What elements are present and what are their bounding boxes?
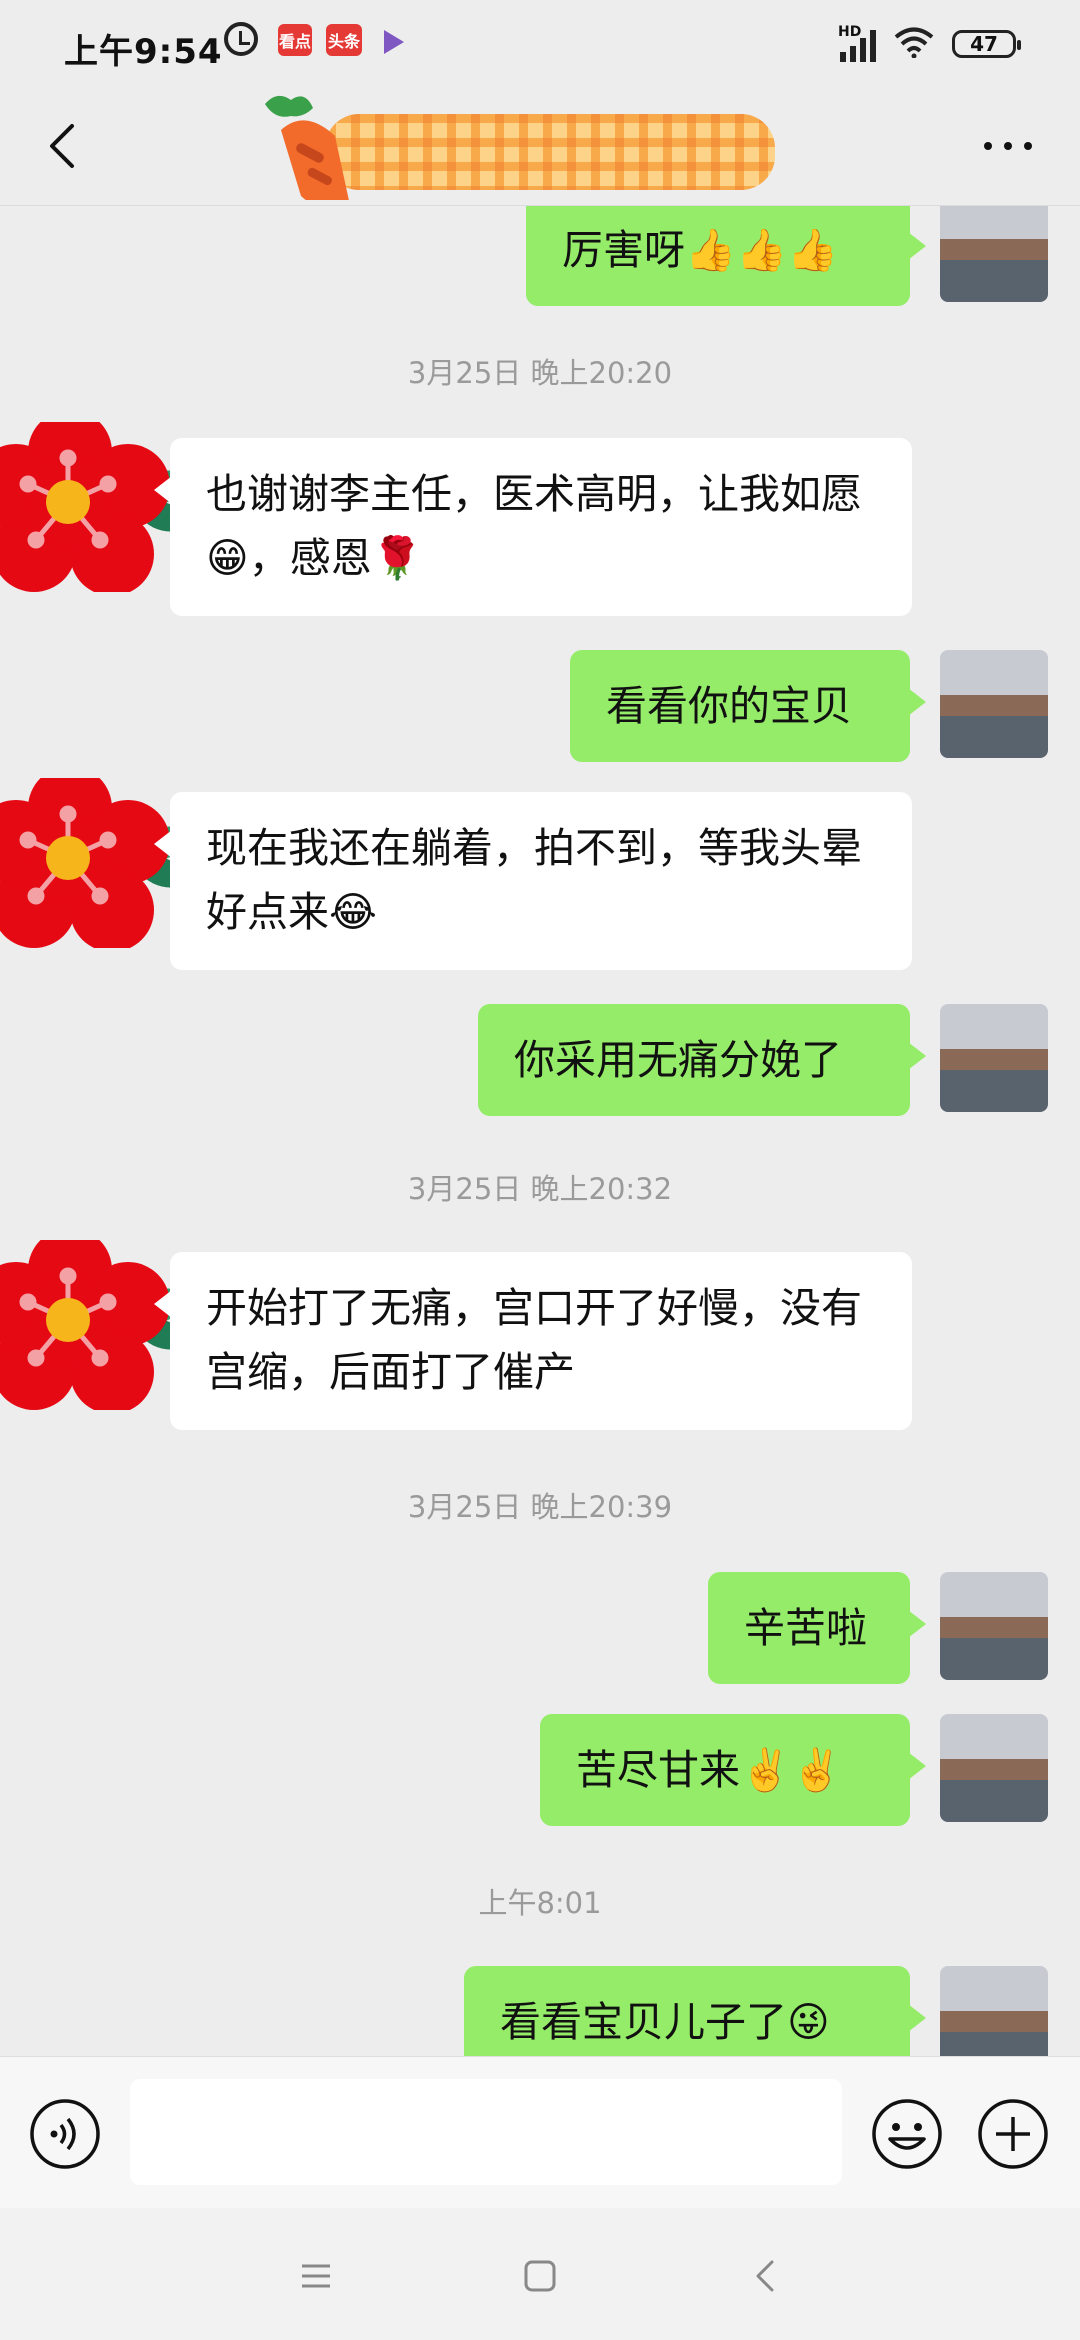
more-dots-icon[interactable] [978,126,1038,166]
message-timestamp: 3月25日 晚上20:20 [407,356,673,390]
message-bubble-mine[interactable]: 苦尽甘来✌️✌️ [540,1714,926,1826]
message-bubble-mine[interactable]: 看看宝贝儿子了😜 [464,1966,926,2056]
message-bubble-mine[interactable]: 你采用无痛分娩了 [478,1004,926,1116]
nav-back-icon[interactable] [736,2246,796,2306]
home-icon[interactable] [510,2246,570,2306]
chat-header [0,90,1080,206]
message-text: 你采用无痛分娩了 [514,1036,842,1084]
emoji-icon[interactable] [870,2097,944,2171]
system-nav-bar [0,2208,1080,2340]
message-input[interactable] [130,2079,842,2185]
message-text: 看看宝贝儿子了😜 [500,1998,830,2046]
message-bubble-mine[interactable]: 辛苦啦 [708,1572,926,1684]
kandian-app-icon: 看点 [278,24,312,56]
voice-icon[interactable] [28,2097,102,2171]
status-bar: 上午9:54 看点 头条 HD 47 [0,0,1080,90]
carrot-sticker-icon [265,95,775,200]
message-timestamp: 3月25日 晚上20:39 [407,1490,673,1524]
input-bar [0,2056,1080,2209]
message-text: 现在我还在躺着，拍不到，等我头晕好点来😂 [206,824,862,936]
message-list[interactable]: 厉害呀👍👍👍 3月25日 晚上20:20 也谢谢李主任，医术高明，让我如愿😁，感… [0,206,1080,2056]
contact-avatar[interactable] [0,410,190,596]
my-avatar[interactable] [940,206,1048,302]
wifi-icon [894,27,934,58]
message-text: 苦尽甘来✌️✌️ [576,1746,843,1794]
message-text: 开始打了无痛，宫口开了好慢，没有宫缩，后面打了催产 [206,1284,862,1396]
message-bubble-theirs[interactable]: 现在我还在躺着，拍不到，等我头晕好点来😂 [154,792,912,970]
battery-indicator: 47 [952,30,1021,58]
message-bubble-mine[interactable]: 看看你的宝贝 [570,650,926,762]
signal-icon [840,30,876,62]
message-bubble-theirs[interactable]: 开始打了无痛，宫口开了好慢，没有宫缩，后面打了催产 [154,1252,912,1430]
status-time: 上午9:54 [64,32,223,72]
message-bubble-mine[interactable]: 厉害呀👍👍👍 [526,206,926,306]
plus-icon[interactable] [976,2097,1050,2171]
alarm-icon [224,22,258,56]
my-avatar[interactable] [940,1572,1048,1680]
message-text: 厉害呀👍👍👍 [562,226,839,274]
contact-avatar[interactable] [0,766,190,952]
message-timestamp: 上午8:01 [478,1886,602,1920]
play-store-icon [384,30,404,54]
menu-icon[interactable] [286,2246,346,2306]
message-timestamp: 3月25日 晚上20:32 [407,1172,673,1206]
message-text: 也谢谢李主任，医术高明，让我如愿😁，感恩🌹 [206,470,862,582]
my-avatar[interactable] [940,650,1048,758]
my-avatar[interactable] [940,1714,1048,1822]
my-avatar[interactable] [940,1004,1048,1112]
message-text: 辛苦啦 [744,1604,867,1652]
my-avatar[interactable] [940,1966,1048,2056]
message-text: 看看你的宝贝 [606,682,852,730]
contact-avatar[interactable] [0,1228,190,1414]
toutiao-app-icon: 头条 [326,24,362,56]
back-arrow-icon[interactable] [36,116,96,176]
message-bubble-theirs[interactable]: 也谢谢李主任，医术高明，让我如愿😁，感恩🌹 [154,438,912,616]
